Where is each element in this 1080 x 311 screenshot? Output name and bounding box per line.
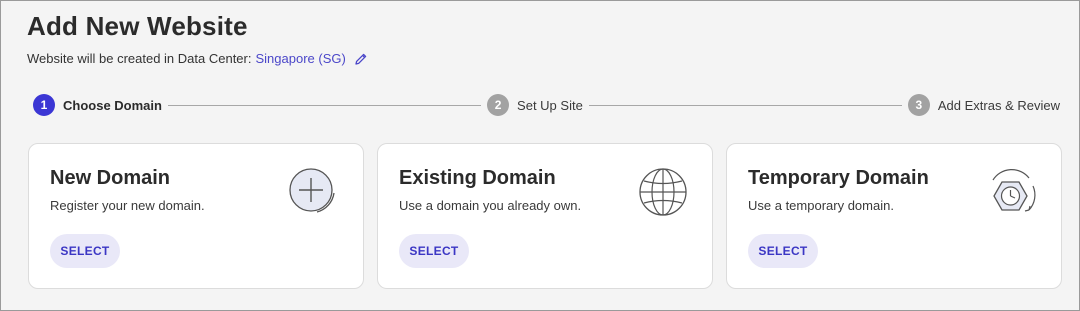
step-label: Add Extras & Review bbox=[937, 97, 1060, 113]
step-connector bbox=[167, 104, 482, 106]
step-label: Choose Domain bbox=[63, 97, 162, 113]
card-title: Temporary Domain bbox=[748, 167, 929, 189]
temporary-domain-card[interactable]: Temporary Domain Use a temporary domain.… bbox=[726, 143, 1062, 289]
select-existing-domain-button[interactable]: SELECT bbox=[399, 234, 469, 268]
plus-circle-icon bbox=[289, 168, 335, 213]
card-description: Use a temporary domain. bbox=[748, 198, 894, 213]
card-description: Register your new domain. bbox=[50, 198, 205, 213]
select-new-domain-button[interactable]: SELECT bbox=[50, 234, 120, 268]
existing-domain-card[interactable]: Existing Domain Use a domain you already… bbox=[377, 143, 713, 289]
select-temporary-domain-button[interactable]: SELECT bbox=[748, 234, 818, 268]
pencil-icon[interactable] bbox=[354, 52, 368, 66]
step-connector bbox=[588, 104, 902, 106]
progress-stepper: 1 Choose Domain 2 Set Up Site 3 Add Extr… bbox=[33, 94, 1060, 116]
card-description: Use a domain you already own. bbox=[399, 198, 582, 213]
card-title: Existing Domain bbox=[399, 167, 556, 189]
page-title: Add New Website bbox=[27, 11, 248, 41]
step-number: 3 bbox=[907, 94, 930, 116]
timer-icon bbox=[992, 169, 1036, 212]
data-center-info: Website will be created in Data Center: … bbox=[27, 51, 368, 66]
step-number: 1 bbox=[33, 94, 55, 116]
globe-icon bbox=[639, 168, 687, 216]
card-title: New Domain bbox=[50, 167, 171, 189]
data-center-link[interactable]: Singapore (SG) bbox=[255, 51, 345, 66]
step-label: Set Up Site bbox=[517, 97, 583, 113]
new-domain-card[interactable]: New Domain Register your new domain. SEL… bbox=[28, 143, 364, 289]
data-center-label: Website will be created in Data Center: bbox=[27, 51, 252, 66]
step-number: 2 bbox=[487, 94, 510, 116]
step-add-extras-review: 3 Add Extras & Review bbox=[907, 94, 1060, 116]
step-set-up-site: 2 Set Up Site bbox=[487, 94, 583, 116]
step-choose-domain: 1 Choose Domain bbox=[33, 94, 162, 116]
